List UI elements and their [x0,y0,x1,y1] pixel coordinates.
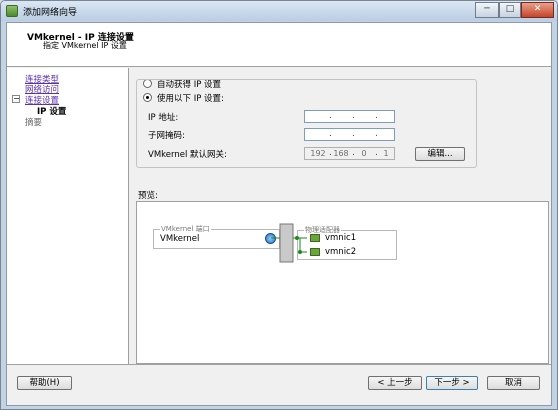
next-button[interactable]: 下一步 > [426,376,478,390]
wizard-window: 添加网络向导 ─ □ ✕ VMkernel - IP 连接设置 指定 VMker… [0,0,558,410]
gateway-octet-2: 168 [333,149,349,158]
preview-label: 预览: [138,191,158,201]
gateway-label: VMkernel 默认网关: [148,150,227,160]
nic-vmnic1: vmnic1 [325,233,357,243]
tree-collapse-icon[interactable]: − [12,95,20,103]
manual-ip-label[interactable]: 使用以下 IP 设置: [156,92,225,104]
gateway-octet-4: 1 [383,149,389,158]
gateway-octet-1: 192 [310,149,326,158]
page-subtitle: 指定 VMkernel IP 设置 [43,41,127,50]
wizard-client: VMkernel - IP 连接设置 指定 VMkernel IP 设置 连接类… [6,22,552,406]
help-button[interactable]: 帮助(H) [17,376,72,390]
ip-address-label: IP 地址: [148,113,179,123]
nav-item-summary: 摘要 [25,118,43,128]
gateway-input: 192 . 168 . 0 . 1 [304,147,395,160]
subnet-mask-label: 子网掩码: [148,131,185,141]
ip-address-input[interactable]: . . . [304,110,395,123]
edit-gateway-button[interactable]: 编辑... [415,147,465,161]
wizard-nav: 连接类型 网络访问 − 连接设置 IP 设置 摘要 [7,68,129,364]
gateway-octet-3: 0 [361,149,367,158]
wizard-header: VMkernel - IP 连接设置 指定 VMkernel IP 设置 [7,23,551,67]
window-title: 添加网络向导 [23,8,78,18]
footer-separator [7,364,551,365]
maximize-button[interactable]: □ [499,2,521,18]
title-bar[interactable]: 添加网络向导 ─ □ ✕ [1,1,557,21]
manual-ip-radio[interactable] [143,93,152,102]
back-button[interactable]: < 上一步 [368,376,422,390]
app-icon [6,5,18,17]
vswitch-block [279,223,294,263]
nic-icon [310,234,320,242]
preview-panel: VMkernel 端口 VMkernel 物理适配器 vmnic1 vmnic2 [136,201,549,364]
close-button[interactable]: ✕ [521,2,554,18]
cancel-button[interactable]: 取消 [487,376,540,390]
nic-vmnic2: vmnic2 [325,247,357,257]
connection-lines [271,223,307,263]
subnet-mask-input[interactable]: . . . [304,128,395,141]
minimize-button[interactable]: ─ [475,2,499,18]
nic-icon [310,248,320,256]
